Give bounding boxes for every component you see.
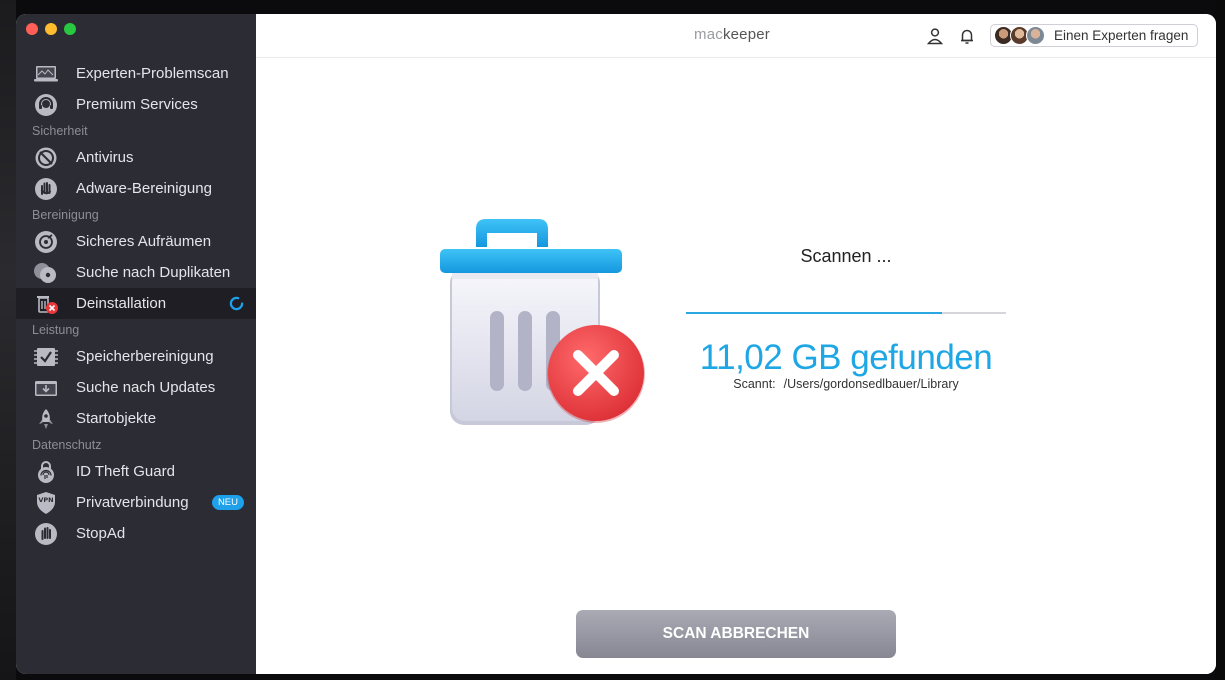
scan-progress-bar xyxy=(686,312,1006,314)
sidebar-item-label: StopAd xyxy=(76,525,126,542)
stop-hand-icon xyxy=(33,522,59,546)
sidebar-item-label: Premium Services xyxy=(76,96,198,113)
new-badge: NEU xyxy=(211,495,244,510)
hand-stop-icon xyxy=(33,177,59,201)
sidebar-item-startobjekte[interactable]: Startobjekte xyxy=(16,403,256,434)
sidebar-section-bereinigung: Bereinigung xyxy=(32,208,99,222)
sidebar-item-id-theft-guard[interactable]: ID Theft Guard xyxy=(16,456,256,487)
sidebar-section-leistung: Leistung xyxy=(32,323,80,337)
sidebar-item-adware-bereinigung[interactable]: Adware-Bereinigung xyxy=(16,173,256,204)
vpn-shield-icon: VPN xyxy=(33,491,59,515)
main-panel: mackeeper Einen Experten fragen Scannen … xyxy=(256,14,1216,674)
mackeeper-logo: mackeeper xyxy=(694,26,771,43)
sidebar-item-label: Privatverbindung xyxy=(76,494,189,511)
sidebar-item-label: Sicheres Aufräumen xyxy=(76,233,212,250)
sidebar-item-label: Speicherbereinigung xyxy=(76,348,214,365)
scan-path-value: /Users/gordonsedlbauer/Library xyxy=(783,377,959,391)
expert-avatars xyxy=(994,26,1045,45)
fingerprint-lock-icon xyxy=(33,460,59,484)
sidebar-item-suche-nach-updates[interactable]: Suche nach Updates xyxy=(16,372,256,403)
ask-expert-label: Einen Experten fragen xyxy=(1054,28,1189,43)
app-window: Experten-Problemscan Premium Services Sich… xyxy=(16,14,1216,674)
headset-icon xyxy=(33,93,59,117)
sidebar-item-label: Experten-Problemscan xyxy=(76,65,229,82)
sidebar-item-privatverbindung[interactable]: VPN Privatverbindung NEU xyxy=(16,487,256,518)
loading-spinner-icon xyxy=(229,296,244,311)
bell-icon[interactable] xyxy=(957,26,977,46)
sidebar-nav: Experten-Problemscan Premium Services Sich… xyxy=(16,58,256,549)
uninstaller-icon xyxy=(33,292,59,316)
sidebar-item-label: Suche nach Duplikaten xyxy=(76,264,231,281)
sidebar: Experten-Problemscan Premium Services Sich… xyxy=(16,14,256,674)
scan-path-label: Scannt: xyxy=(733,377,776,391)
avatar xyxy=(1026,26,1045,45)
sidebar-item-premium-services[interactable]: Premium Services xyxy=(16,89,256,120)
sidebar-section-datenschutz: Datenschutz xyxy=(32,438,102,452)
sidebar-item-deinstallation[interactable]: Deinstallation xyxy=(16,288,256,319)
sidebar-item-speicherbereinigung[interactable]: Speicherbereinigung xyxy=(16,341,256,372)
antivirus-icon xyxy=(33,146,59,170)
sidebar-item-suche-nach-duplikaten[interactable]: Suche nach Duplikaten xyxy=(16,257,256,288)
sidebar-item-experten-problemscan[interactable]: Experten-Problemscan xyxy=(16,58,256,89)
scan-progress-fill xyxy=(686,312,942,314)
sidebar-section-sicherheit: Sicherheit xyxy=(32,124,88,138)
top-bar: mackeeper Einen Experten fragen xyxy=(256,14,1216,58)
sidebar-item-label: Adware-Bereinigung xyxy=(76,180,212,197)
sidebar-item-sicheres-aufraumen[interactable]: Sicheres Aufräumen xyxy=(16,226,256,257)
update-icon xyxy=(33,376,59,400)
sidebar-item-stopad[interactable]: StopAd xyxy=(16,518,256,549)
laptop-scan-icon xyxy=(33,62,59,86)
zoom-window-button[interactable] xyxy=(64,23,76,35)
account-icon[interactable] xyxy=(925,26,945,46)
sidebar-item-label: Startobjekte xyxy=(76,410,157,427)
sidebar-item-antivirus[interactable]: Antivirus xyxy=(16,142,256,173)
minimize-window-button[interactable] xyxy=(45,23,57,35)
sidebar-item-label: Deinstallation xyxy=(76,295,167,312)
uninstaller-trash-illustration xyxy=(426,209,646,429)
disk-cleanup-icon xyxy=(33,230,59,254)
desktop-edge xyxy=(1215,0,1225,680)
scan-status-title: Scannen ... xyxy=(800,246,892,266)
sidebar-item-label: ID Theft Guard xyxy=(76,463,175,480)
svg-text:VPN: VPN xyxy=(38,496,53,504)
close-window-button[interactable] xyxy=(26,23,38,35)
desktop-background xyxy=(0,0,16,680)
scan-path: Scannt: /Users/gordonsedlbauer/Library xyxy=(686,377,1006,391)
cancel-scan-button[interactable]: SCAN ABBRECHEN xyxy=(576,610,896,658)
found-size: 11,02 GB gefunden xyxy=(699,338,993,377)
sidebar-item-label: Suche nach Updates xyxy=(76,379,216,396)
memory-icon xyxy=(33,345,59,369)
ask-expert-button[interactable]: Einen Experten fragen xyxy=(990,24,1198,47)
duplicates-icon xyxy=(33,261,59,285)
rocket-icon xyxy=(33,407,59,431)
sidebar-item-label: Antivirus xyxy=(76,149,134,166)
